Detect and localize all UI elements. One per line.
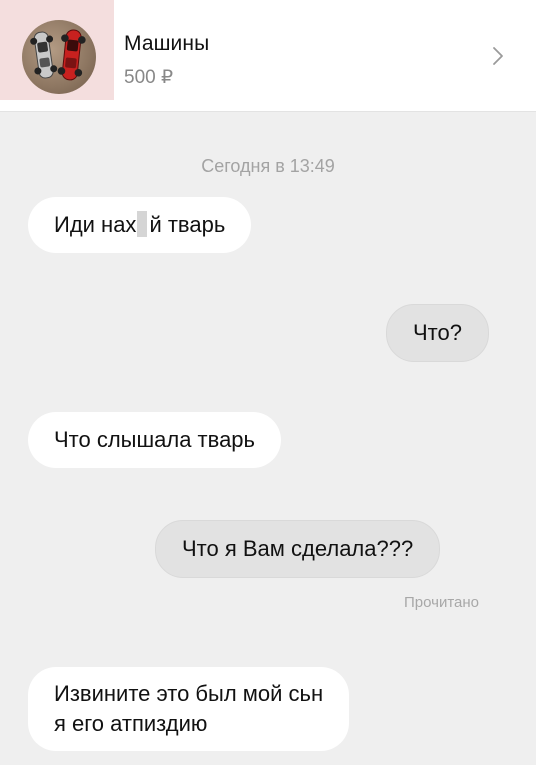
message-text: Иди нах <box>54 212 137 237</box>
listing-thumbnail-wrapper <box>0 0 114 100</box>
message-incoming[interactable]: Извините это был мой сьн я его атпиздию <box>28 667 350 751</box>
message-incoming[interactable]: Иди нах й тварь <box>28 197 252 253</box>
listing-price: 500 ₽ <box>124 67 174 88</box>
message-text: Что я Вам сделала??? <box>182 536 414 561</box>
message-outgoing[interactable]: Что? <box>386 304 489 362</box>
listing-title: Машины <box>124 32 210 55</box>
message-text: й тварь <box>149 212 226 237</box>
message-incoming[interactable]: Что слышала тварь <box>28 412 282 468</box>
listing-thumbnail[interactable] <box>22 20 96 94</box>
chat-date-label: Сегодня в 13:49 <box>201 156 335 176</box>
message-text: Что? <box>413 320 462 345</box>
message-text: Что слышала тварь <box>54 427 256 452</box>
message-outgoing[interactable]: Что я Вам сделала??? <box>155 520 441 578</box>
toy-cars-image <box>30 29 86 81</box>
read-status: Прочитано <box>404 594 479 611</box>
censor-block <box>137 211 148 237</box>
message-text-line: я его атпиздию <box>54 711 208 736</box>
chevron-right-icon[interactable] <box>488 44 508 68</box>
message-text-line: Извините это был мой сьн <box>54 681 324 706</box>
listing-header[interactable]: Машины 500 ₽ <box>0 0 536 112</box>
